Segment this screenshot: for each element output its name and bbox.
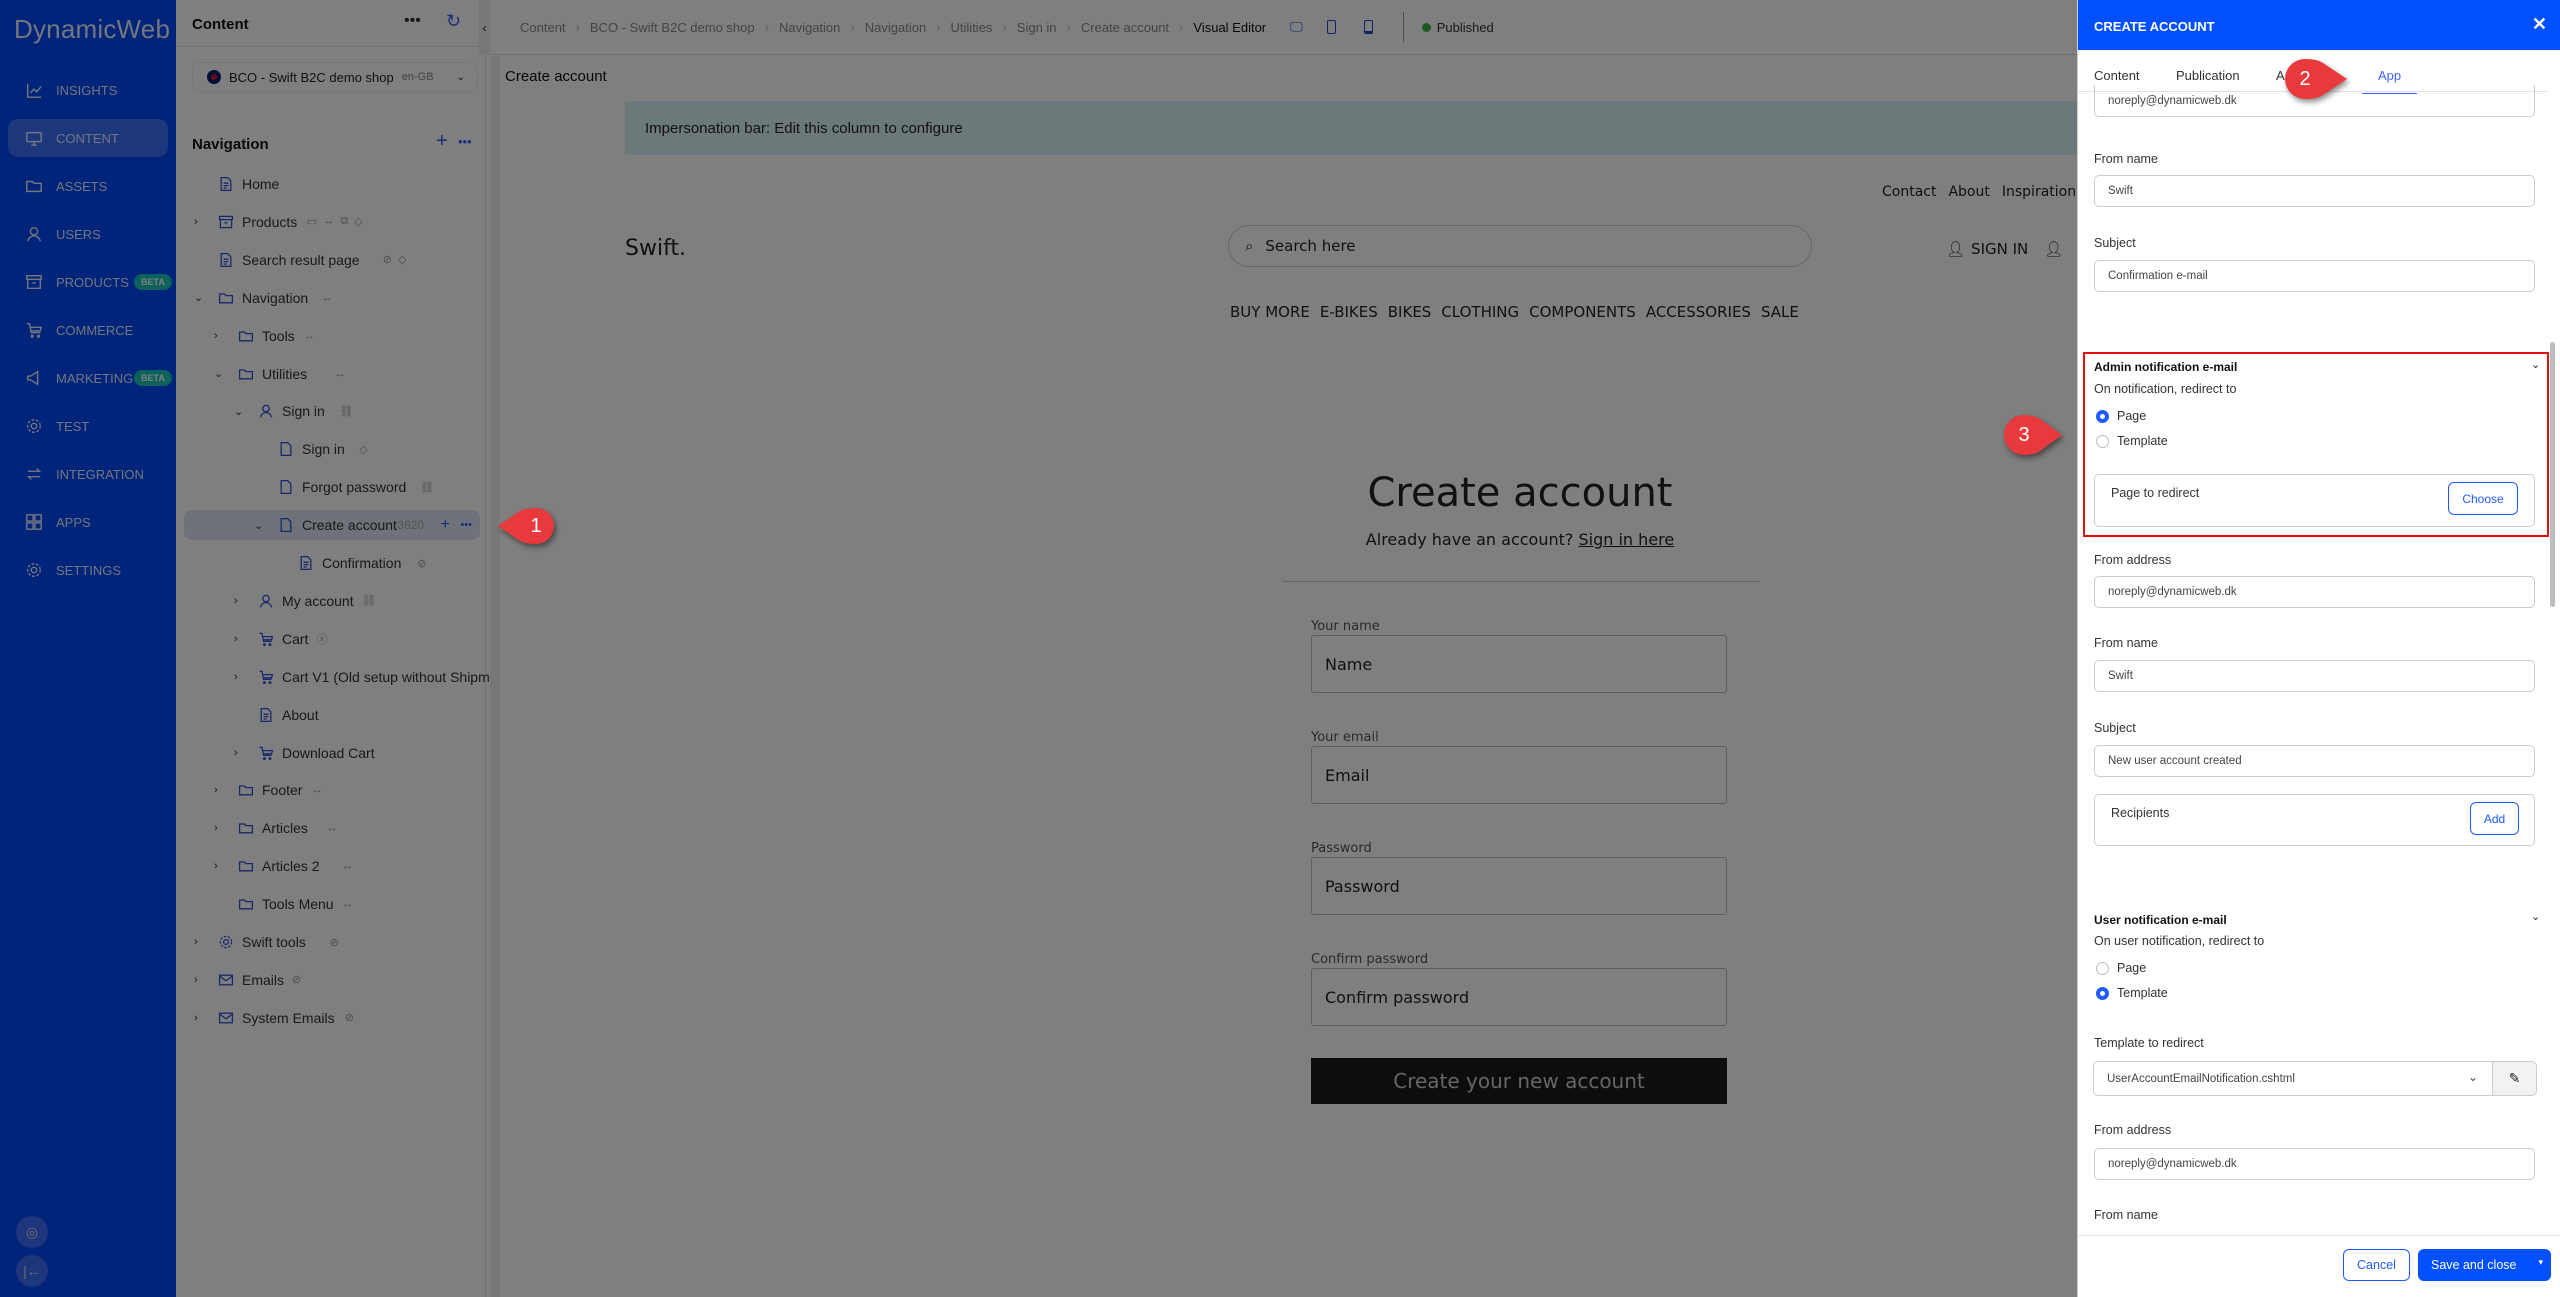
callout-number: 1 <box>530 514 542 537</box>
page-redirect-label: Page to redirect <box>2111 486 2200 500</box>
template-value: UserAccountEmailNotification.cshtml <box>2107 1073 2295 1085</box>
admin-subject-field[interactable]: New user account created <box>2094 745 2535 777</box>
page-redirect-box: Page to redirect Choose <box>2094 474 2535 527</box>
admin-from-address-field[interactable]: noreply@dynamicweb.dk <box>2094 576 2535 608</box>
tab-publication[interactable]: Publication <box>2176 68 2240 83</box>
radio-label: Template <box>2117 986 2168 1000</box>
save-and-close-button[interactable]: Save and close ▾ <box>2418 1249 2551 1281</box>
radio-label: Template <box>2117 434 2168 448</box>
user-from-address-field[interactable]: noreply@dynamicweb.dk <box>2094 1148 2535 1180</box>
callout-number: 3 <box>2018 423 2030 446</box>
callout-2: 2 <box>2281 58 2349 100</box>
create-account-panel: CREATE ACCOUNT ✕ Content Publication A A… <box>2077 0 2560 1297</box>
user-redirect-label: On user notification, redirect to <box>2094 934 2265 948</box>
caret-down-icon[interactable]: ▾ <box>2538 1257 2543 1268</box>
radio-label: Page <box>2117 409 2147 423</box>
template-select[interactable]: UserAccountEmailNotification.cshtml ⌄ <box>2093 1061 2493 1096</box>
from-name-field[interactable]: Swift <box>2094 175 2535 207</box>
scrollbar[interactable] <box>2550 342 2555 607</box>
field-label: From address <box>2094 553 2172 567</box>
callout-1: 1 <box>496 507 560 545</box>
chevron-down-icon[interactable]: ⌄ <box>2531 910 2540 923</box>
field-label: From name <box>2094 1208 2158 1222</box>
field-label: Template to redirect <box>2094 1036 2204 1050</box>
tab-content[interactable]: Content <box>2094 68 2140 83</box>
field-label: From name <box>2094 636 2158 650</box>
user-radio-page[interactable]: Page <box>2096 961 2146 975</box>
close-icon[interactable]: ✕ <box>2532 14 2547 35</box>
cancel-button[interactable]: Cancel <box>2343 1249 2410 1281</box>
save-label: Save and close <box>2431 1258 2517 1272</box>
field-label: From name <box>2094 152 2158 166</box>
user-radio-template[interactable]: Template <box>2096 986 2168 1000</box>
chevron-down-icon[interactable]: ⌄ <box>2531 358 2540 371</box>
admin-radio-page[interactable]: Page <box>2096 409 2146 423</box>
edit-icon: ✎ <box>2508 1070 2521 1086</box>
callout-number: 2 <box>2299 67 2311 90</box>
edit-template-button[interactable]: ✎ <box>2493 1061 2537 1096</box>
panel-title: CREATE ACCOUNT <box>2094 19 2215 34</box>
admin-redirect-label: On notification, redirect to <box>2094 382 2237 396</box>
subject-field[interactable]: Confirmation e-mail <box>2094 260 2535 292</box>
panel-footer: Cancel Save and close ▾ <box>2078 1235 2560 1297</box>
field-label: Subject <box>2094 236 2136 250</box>
radio-label: Page <box>2117 961 2147 975</box>
panel-header: CREATE ACCOUNT ✕ <box>2078 0 2560 50</box>
field-label: Subject <box>2094 721 2136 735</box>
recipients-box: Recipients Add <box>2094 794 2535 846</box>
user-notification-heading: User notification e-mail <box>2094 913 2227 927</box>
callout-3: 3 <box>2002 414 2064 456</box>
field-label: From address <box>2094 1123 2172 1137</box>
admin-from-name-field[interactable]: Swift <box>2094 660 2535 692</box>
admin-radio-template[interactable]: Template <box>2096 434 2168 448</box>
admin-notification-heading: Admin notification e-mail <box>2094 360 2238 374</box>
modal-backdrop[interactable] <box>0 0 2077 1297</box>
recipients-label: Recipients <box>2111 806 2170 820</box>
chevron-down-icon: ⌄ <box>2467 1070 2478 1084</box>
choose-button[interactable]: Choose <box>2448 482 2518 515</box>
add-recipient-button[interactable]: Add <box>2470 802 2519 835</box>
